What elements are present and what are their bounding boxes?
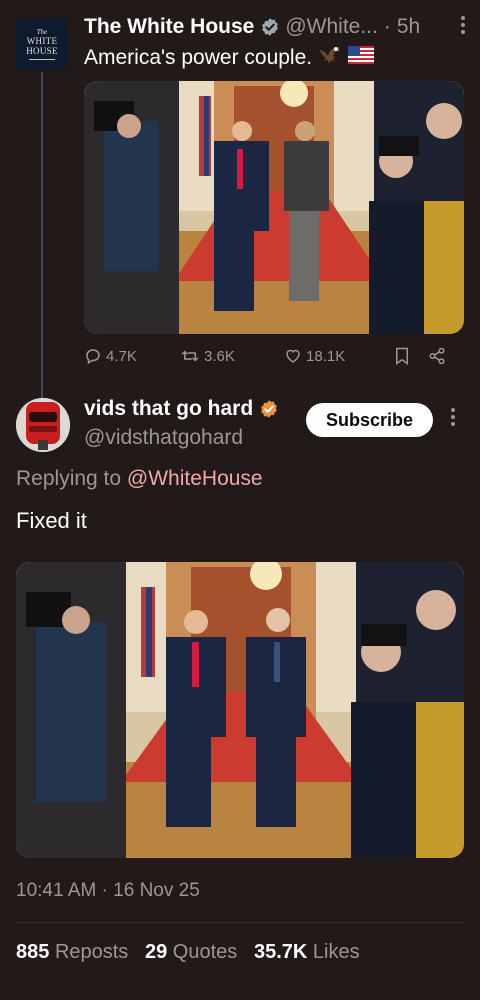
separator-dot: ·	[383, 15, 391, 38]
author-handle[interactable]: @White...	[285, 15, 378, 39]
like-count: 18.1K	[306, 347, 346, 365]
like-action[interactable]: 18.1K	[284, 347, 394, 365]
repost-icon	[180, 347, 200, 365]
reply-tweet-text: Fixed it	[16, 508, 87, 533]
heart-icon	[284, 347, 302, 365]
reply-action[interactable]: 4.7K	[84, 347, 180, 365]
avatar-text-top: The	[36, 28, 48, 36]
divider	[16, 922, 464, 923]
quotes-count: 29	[144, 941, 168, 963]
replying-to-prefix: Replying to	[16, 467, 122, 490]
repost-count: 3.6K	[204, 347, 235, 365]
reply-count: 4.7K	[106, 347, 137, 365]
more-options-icon[interactable]	[450, 406, 456, 434]
engagement-stats: 885 Reposts 29 Quotes 35.7K Likes	[16, 941, 360, 964]
reply-author-name[interactable]: vids that go hard	[84, 397, 253, 421]
bookmark-action[interactable]	[394, 347, 428, 365]
original-tweet-text: America's power couple.	[84, 44, 375, 72]
tweet-body: America's power couple.	[84, 46, 313, 69]
reposts-label: Reposts	[54, 941, 129, 963]
likes-stat[interactable]: 35.7K Likes	[254, 941, 360, 963]
vids-that-go-hard-avatar[interactable]	[16, 398, 70, 452]
reply-author-row: vids that go hard	[84, 397, 284, 421]
reposts-count: 885	[16, 941, 50, 963]
verified-badge-icon	[259, 399, 279, 419]
avatar-text-line1: WHITE	[26, 36, 58, 46]
author-name[interactable]: The White House	[84, 15, 254, 39]
reposts-stat[interactable]: 885 Reposts	[16, 941, 128, 963]
likes-label: Likes	[312, 941, 360, 963]
avatar-text-line2: HOUSE	[26, 46, 58, 56]
time-ago[interactable]: 5h	[397, 15, 420, 39]
quotes-label: Quotes	[172, 941, 238, 963]
repost-action[interactable]: 3.6K	[180, 347, 284, 365]
subscribe-button[interactable]: Subscribe	[306, 403, 433, 437]
original-tweet-header: The White House @White... · 5h	[84, 14, 466, 40]
original-tweet-photo[interactable]	[84, 81, 464, 334]
thread-connector-line	[41, 72, 43, 398]
verified-badge-icon	[260, 17, 280, 37]
more-options-icon[interactable]	[460, 14, 466, 42]
reply-timestamp[interactable]: 10:41 AM · 16 Nov 25	[16, 880, 200, 902]
avatar-rule	[29, 59, 55, 60]
reply-icon	[84, 347, 102, 365]
replying-to-mention[interactable]: @WhiteHouse	[127, 467, 263, 490]
original-tweet-actions: 4.7K 3.6K 18.1K	[84, 343, 464, 369]
reply-author-handle[interactable]: @vidsthatgohard	[84, 426, 243, 450]
eagle-emoji-icon	[318, 44, 342, 72]
us-flag-icon	[348, 46, 375, 70]
share-action[interactable]	[428, 347, 446, 365]
white-house-avatar[interactable]: The WHITE HOUSE	[16, 18, 68, 70]
replying-to-line: Replying to @WhiteHouse	[16, 467, 263, 491]
bookmark-icon	[394, 347, 410, 365]
reply-tweet-photo[interactable]	[16, 562, 464, 858]
quotes-stat[interactable]: 29 Quotes	[145, 941, 237, 963]
share-icon	[428, 347, 446, 365]
likes-count: 35.7K	[253, 941, 308, 963]
